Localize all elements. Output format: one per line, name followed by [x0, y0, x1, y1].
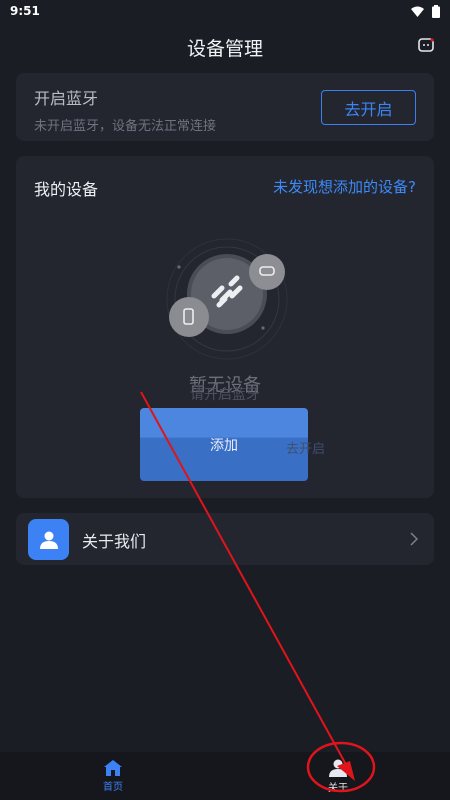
user-icon — [329, 759, 347, 777]
status-bar: 9:51 — [0, 0, 450, 22]
tab-home[interactable]: 首页 — [83, 752, 143, 800]
wifi-icon — [411, 6, 424, 17]
add-device-button[interactable]: 添加 — [140, 408, 308, 481]
title-bar: 设备管理 — [0, 28, 450, 66]
tab-home-label: 首页 — [103, 781, 123, 793]
my-devices-card: 我的设备 未发现想添加的设备? 暂无设备 请开启蓝牙 添加 去开启 — [16, 156, 434, 498]
ghost-enable-link: 去开启 — [286, 442, 326, 457]
about-us-row[interactable]: 关于我们 — [16, 513, 434, 565]
page-title: 设备管理 — [186, 37, 263, 60]
chevron-right-icon — [410, 532, 418, 546]
tab-bar: 首页 关于 — [0, 752, 450, 800]
battery-icon — [432, 4, 440, 18]
enable-bluetooth-button[interactable]: 去开启 — [321, 90, 416, 125]
about-us-label: 关于我们 — [82, 532, 147, 551]
bluetooth-title: 开启蓝牙 — [34, 89, 99, 108]
about-avatar — [28, 519, 69, 560]
user-icon — [39, 531, 58, 549]
message-icon[interactable] — [418, 38, 434, 52]
home-icon — [104, 759, 122, 776]
disconnected-illustration — [166, 238, 288, 360]
bluetooth-subtitle: 未开启蓝牙，设备无法正常连接 — [34, 119, 217, 134]
missing-device-link[interactable]: 未发现想添加的设备? — [273, 176, 416, 197]
empty-state-subtitle: 请开启蓝牙 — [190, 387, 260, 403]
my-devices-title: 我的设备 — [34, 180, 99, 199]
status-time: 9:51 — [10, 4, 40, 18]
tab-about[interactable]: 关于 — [308, 752, 368, 800]
tab-about-label: 关于 — [328, 782, 348, 794]
bluetooth-card: 开启蓝牙 未开启蓝牙，设备无法正常连接 去开启 — [16, 73, 434, 141]
